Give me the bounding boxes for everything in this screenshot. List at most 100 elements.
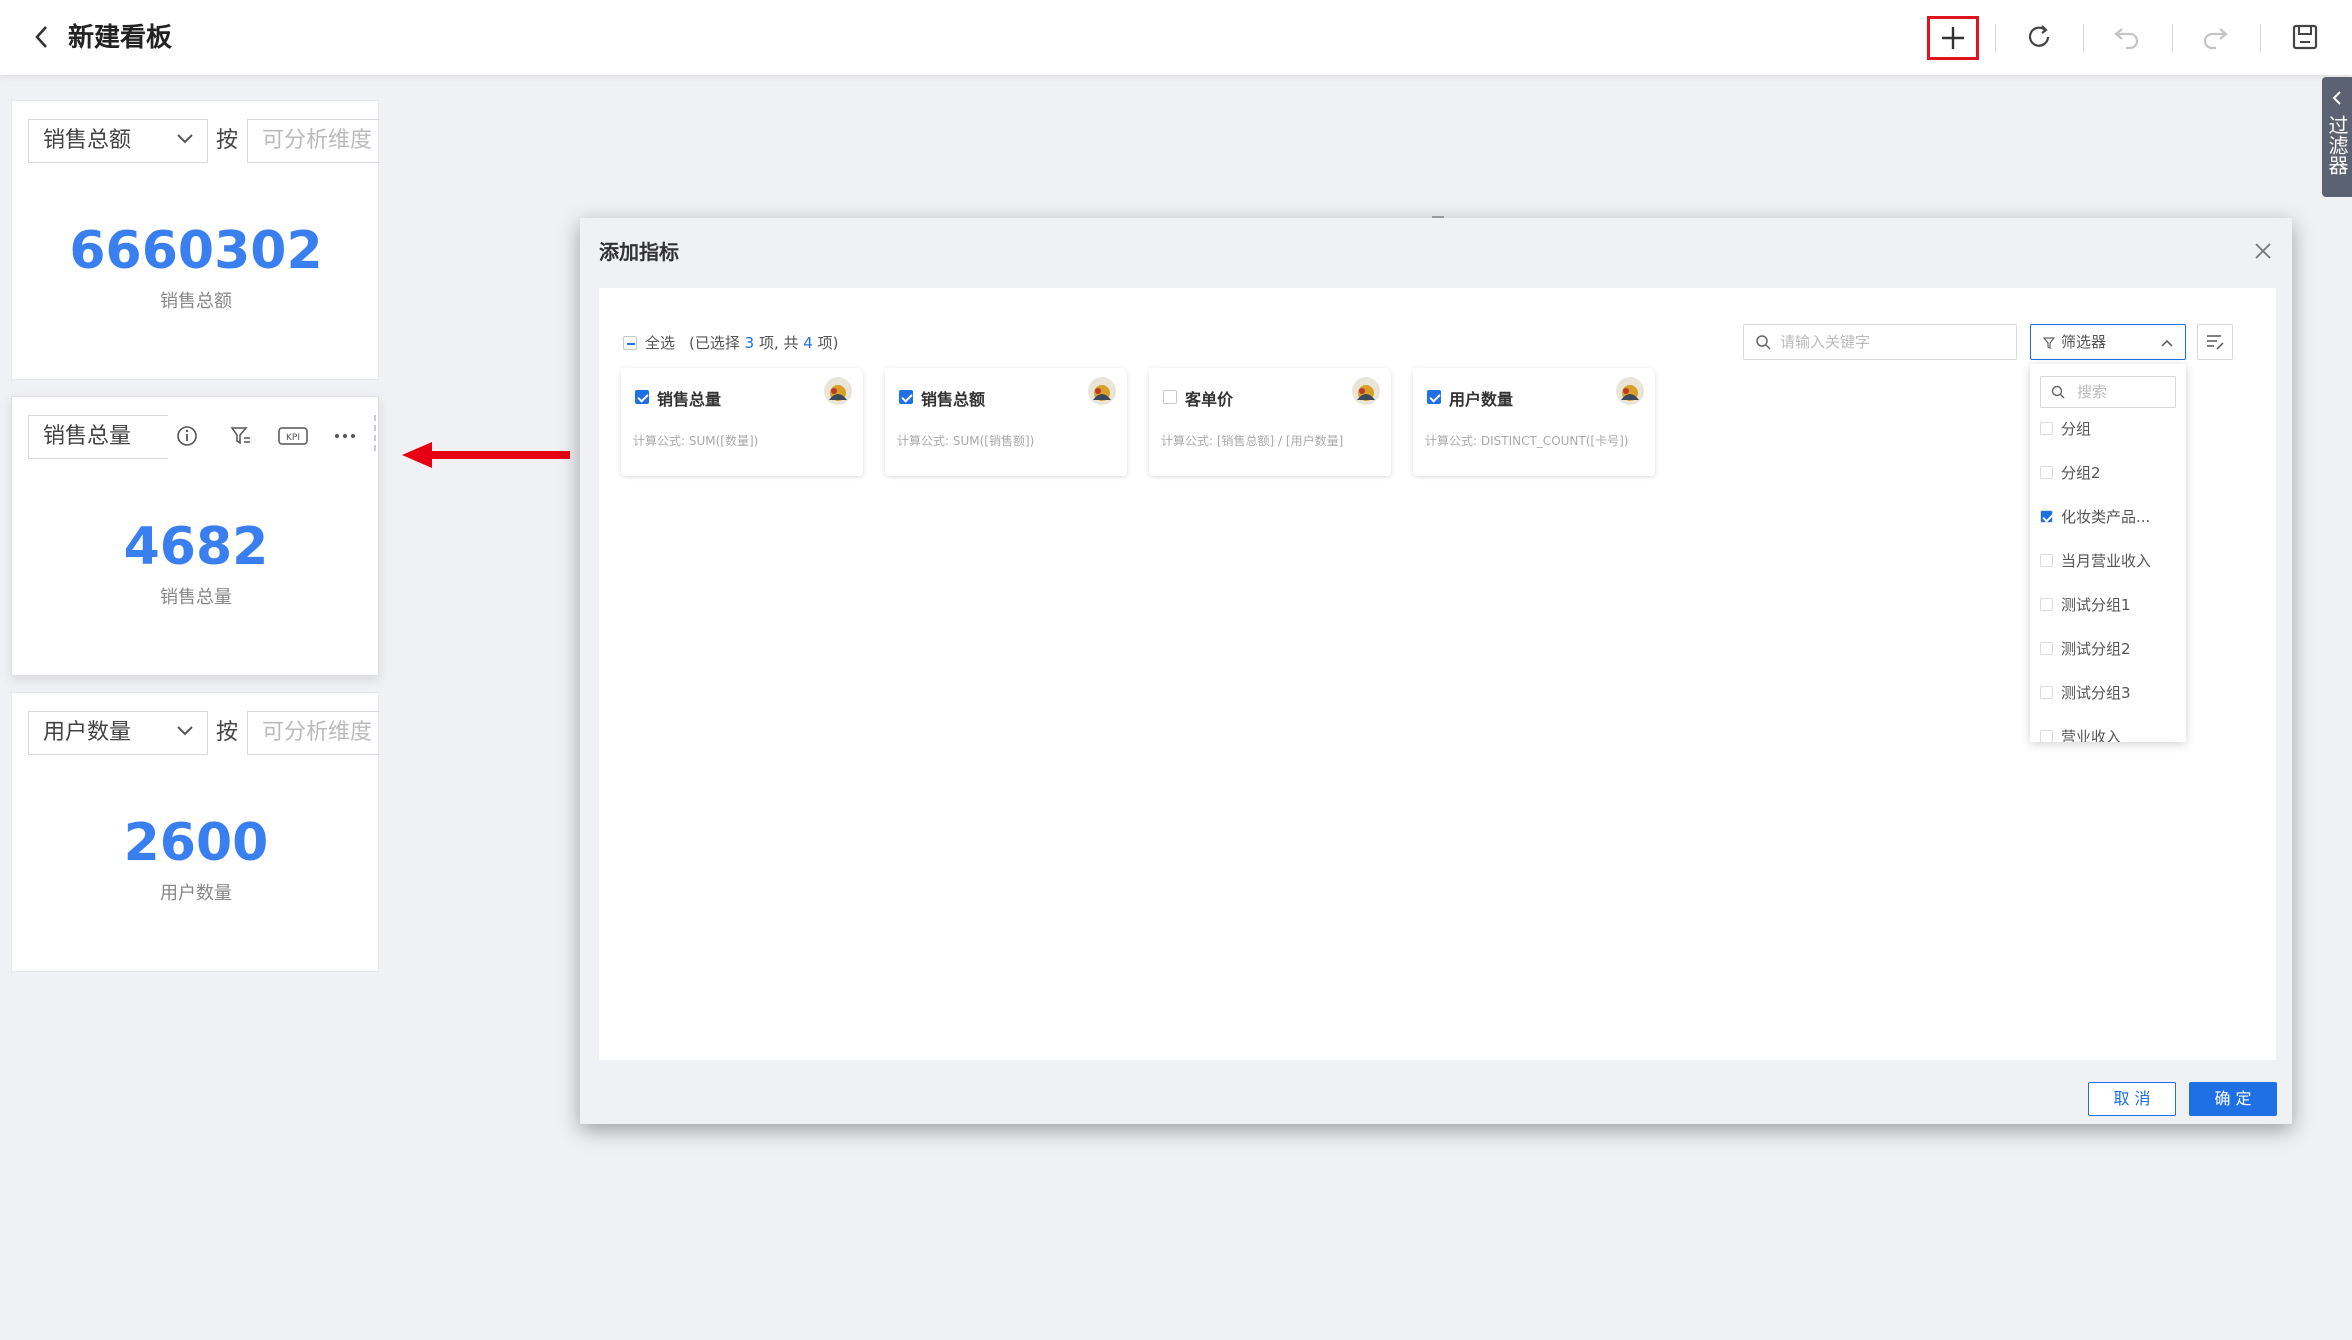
metric-card[interactable]: 客单价 计算公式: [销售总额] / [用户数量] [1149, 368, 1391, 476]
plus-icon [1942, 27, 1964, 49]
confirm-button[interactable]: 确 定 [2189, 1082, 2277, 1116]
filter-search-input[interactable]: 搜索 [2040, 376, 2176, 408]
selection-summary: (已选择 3 项, 共 4 项) [689, 334, 839, 352]
by-label: 按 [216, 720, 239, 745]
sort-button[interactable] [2197, 324, 2233, 360]
chevron-down-icon [177, 134, 193, 144]
more-icon [335, 434, 355, 438]
metric-card-formula: 计算公式: SUM([销售额]) [897, 434, 1035, 448]
cancel-button[interactable]: 取 消 [2088, 1082, 2176, 1116]
filter-option[interactable]: 分组 [2040, 418, 2091, 438]
chevron-down-icon [177, 726, 193, 736]
filter-option-checkbox[interactable] [2040, 553, 2053, 567]
avatar [1088, 377, 1116, 405]
dialog-body: 全选 (已选择 3 项, 共 4 项) 请输入关键字 筛选器 搜索 分组 分组2… [599, 288, 2276, 1060]
filter-option[interactable]: 分组2 [2040, 462, 2101, 482]
close-icon[interactable] [2254, 242, 2272, 260]
filter-option[interactable]: 营业收入 [2040, 726, 2121, 742]
filter-option[interactable]: 当月营业收入 [2040, 550, 2151, 570]
metric-widget-user-count[interactable]: 用户数量 按 可分析维度 2600 用户数量 [11, 692, 380, 972]
more-button[interactable] [330, 421, 360, 451]
chevron-left-icon [2332, 91, 2341, 105]
toolbar-divider [2172, 24, 2173, 52]
metric-card-checkbox[interactable] [899, 390, 913, 404]
metric-card-checkbox[interactable] [1427, 390, 1441, 404]
avatar [1616, 377, 1644, 405]
add-metric-button[interactable] [1927, 16, 1979, 60]
filter-option-checkbox[interactable] [2040, 421, 2053, 435]
metric-widget-sales-quantity[interactable]: 销售总量 KPI 4682 销售总量 [11, 396, 379, 676]
filter-option[interactable]: 测试分组2 [2040, 638, 2131, 658]
metric-card-name: 销售总量 [657, 390, 722, 409]
metric-card-name: 客单价 [1185, 390, 1234, 409]
refresh-button[interactable] [2018, 16, 2060, 58]
undo-icon [2114, 28, 2139, 50]
back-icon[interactable] [30, 22, 54, 52]
metric-card-name: 用户数量 [1449, 390, 1514, 409]
metric-card[interactable]: 销售总量 计算公式: SUM([数量]) [621, 368, 863, 476]
by-label: 按 [216, 128, 239, 153]
refresh-icon [2028, 25, 2050, 47]
metric-value-label: 销售总额 [160, 291, 232, 312]
page-title: 新建看板 [68, 23, 173, 53]
kpi-icon: KPI [278, 427, 308, 445]
metric-select[interactable]: 用户数量 [28, 711, 208, 755]
filter-option-checkbox[interactable] [2040, 509, 2053, 523]
avatar [1352, 377, 1380, 405]
toolbar-divider [1995, 24, 1996, 52]
info-button[interactable] [172, 421, 202, 451]
svg-text:KPI: KPI [286, 433, 300, 443]
filter-option-checkbox[interactable] [2040, 641, 2053, 655]
metric-value: 2600 [123, 813, 269, 873]
filter-option[interactable]: 测试分组1 [2040, 594, 2131, 614]
top-bar: 新建看板 [0, 0, 2352, 75]
filter-option[interactable]: 测试分组3 [2040, 682, 2131, 702]
toolbar-divider [2260, 24, 2261, 52]
metric-card-checkbox[interactable] [1163, 390, 1177, 404]
toolbar-divider [2083, 24, 2084, 52]
filter-side-tab[interactable]: 过滤器 [2322, 77, 2352, 197]
filter-option-checkbox[interactable] [2040, 597, 2053, 611]
metric-value: 4682 [123, 517, 269, 577]
filter-option-checkbox[interactable] [2040, 465, 2053, 479]
metric-card-formula: 计算公式: SUM([数量]) [633, 434, 759, 448]
metric-card-formula: 计算公式: DISTINCT_COUNT([卡号]) [1425, 434, 1629, 448]
metric-widget-sales-amount[interactable]: 销售总额 按 可分析维度 6660302 销售总额 [11, 100, 380, 380]
filter-icon [2043, 337, 2056, 349]
select-all-label: 全选 [645, 334, 676, 352]
keyword-search-input[interactable]: 请输入关键字 [1743, 324, 2017, 360]
kpi-button[interactable]: KPI [278, 421, 308, 451]
metric-select[interactable]: 销售总额 [28, 119, 208, 163]
search-icon [1756, 335, 1771, 350]
metric-card[interactable]: 用户数量 计算公式: DISTINCT_COUNT([卡号]) [1413, 368, 1655, 476]
metric-select[interactable]: 销售总量 [28, 415, 168, 459]
metric-value-label: 销售总量 [160, 587, 232, 608]
metric-card-checkbox[interactable] [635, 390, 649, 404]
info-icon [177, 426, 197, 446]
metric-value: 6660302 [69, 221, 323, 281]
redo-button[interactable] [2194, 16, 2236, 58]
select-all-checkbox[interactable] [623, 335, 637, 350]
dimension-input[interactable]: 可分析维度 [247, 119, 380, 163]
filter-button[interactable] [226, 421, 256, 451]
dimension-input[interactable]: 可分析维度 [247, 711, 380, 755]
metric-card[interactable]: 销售总额 计算公式: SUM([销售额]) [885, 368, 1127, 476]
dialog-title: 添加指标 [599, 240, 679, 264]
select-all[interactable]: 全选 (已选择 3 项, 共 4 项) [623, 332, 838, 353]
filter-dropdown-label: 筛选器 [2061, 333, 2107, 351]
avatar [824, 377, 852, 405]
metric-select-value: 销售总额 [43, 128, 132, 153]
filter-option[interactable]: 化妆类产品... [2040, 506, 2150, 526]
filter-dropdown[interactable]: 筛选器 [2030, 324, 2186, 360]
metric-value-label: 用户数量 [160, 883, 232, 904]
undo-button[interactable] [2106, 16, 2148, 58]
metric-select-value: 销售总量 [43, 424, 132, 449]
save-button[interactable] [2284, 16, 2326, 58]
search-icon [2051, 385, 2065, 399]
filter-option-checkbox[interactable] [2040, 685, 2053, 699]
resize-handle[interactable] [374, 415, 380, 451]
metric-card-name: 销售总额 [921, 390, 986, 409]
filter-dropdown-panel: 搜索 分组 分组2 化妆类产品... 当月营业收入 测试分组1 测试分组2 测试… [2030, 364, 2186, 742]
filter-option-checkbox[interactable] [2040, 729, 2053, 742]
filter-side-tab-label: 过滤器 [2325, 115, 2349, 175]
